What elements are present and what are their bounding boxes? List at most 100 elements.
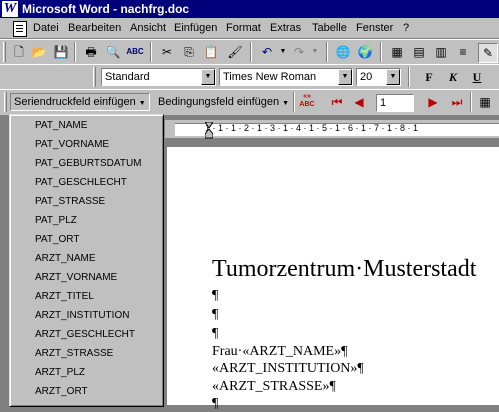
- separator: [380, 42, 382, 62]
- ruler-marks: 1 · 1 · 1 · 2 · 1 · 3 · 1 · 4 · 1 · 5 · …: [205, 123, 419, 133]
- italic-button[interactable]: K: [444, 68, 462, 86]
- field-pat-geburtsdatum[interactable]: PAT_GEBURTSDATUM: [35, 158, 142, 169]
- paragraph-mark: ¶: [212, 326, 219, 341]
- field-pat-plz[interactable]: PAT_PLZ: [35, 215, 77, 226]
- previous-record-icon[interactable]: ◀: [350, 93, 368, 111]
- next-record-icon[interactable]: ▶: [424, 93, 442, 111]
- field-arzt-vorname[interactable]: ARZT_VORNAME: [35, 272, 117, 283]
- columns-icon[interactable]: ≡: [454, 43, 472, 61]
- field-pat-vorname[interactable]: PAT_VORNAME: [35, 139, 109, 150]
- menu-format[interactable]: Format: [226, 22, 261, 34]
- style-value: Standard: [105, 71, 150, 83]
- open-folder-icon[interactable]: 📂: [30, 43, 48, 61]
- font-select[interactable]: Times New Roman ▼: [219, 68, 353, 86]
- ruler-scale: 1 · 1 · 1 · 2 · 1 · 3 · 1 · 4 · 1 · 5 · …: [175, 123, 499, 136]
- vertical-ruler: [0, 147, 9, 405]
- field-arzt-plz[interactable]: ARZT_PLZ: [35, 367, 85, 378]
- tables-borders-icon[interactable]: ▦: [388, 43, 406, 61]
- paste-icon[interactable]: 📋: [202, 43, 220, 61]
- chevron-down-icon[interactable]: ▼: [306, 43, 324, 61]
- record-number-value: 1: [380, 97, 387, 109]
- field-arzt-strasse[interactable]: ARZT_STRASSE: [35, 348, 113, 359]
- field-arzt-name[interactable]: ARZT_NAME: [35, 253, 96, 264]
- insert-table-icon[interactable]: ▤: [410, 43, 428, 61]
- menu-datei[interactable]: Datei: [33, 22, 59, 34]
- formatting-toolbar: Standard ▼ Times New Roman ▼ 20 ▼ F K U: [0, 64, 499, 90]
- document-icon[interactable]: [13, 21, 27, 37]
- chevron-down-icon[interactable]: ▼: [386, 69, 400, 85]
- insert-merge-field-button[interactable]: Seriendruckfeld einfügen ▼: [10, 93, 150, 111]
- chevron-down-icon: ▼: [138, 100, 146, 107]
- insert-merge-field-label: Seriendruckfeld einfügen: [14, 96, 136, 108]
- window-title: Microsoft Word - nachfrg.doc: [22, 2, 190, 16]
- first-line-indent-marker[interactable]: [204, 120, 214, 129]
- document-heading: Tumorzentrum·Musterstadt: [212, 256, 477, 282]
- salutation-line: Frau·«ARZT_NAME»¶: [212, 344, 348, 359]
- insert-condition-field-button[interactable]: Bedingungsfeld einfügen ▼: [154, 93, 293, 111]
- mailmerge-toolbar: Seriendruckfeld einfügen ▼ Bedingungsfel…: [0, 89, 499, 116]
- paragraph-mark: ¶: [212, 396, 219, 411]
- font-value: Times New Roman: [223, 71, 317, 83]
- field-pat-name[interactable]: PAT_NAME: [35, 120, 87, 131]
- last-record-icon[interactable]: ⏭: [448, 93, 466, 111]
- menu-bearbeiten[interactable]: Bearbeiten: [68, 22, 121, 34]
- merge-field-dropdown: PAT_NAME PAT_VORNAME PAT_GEBURTSDATUM PA…: [9, 114, 164, 407]
- title-bar: W Microsoft Word - nachfrg.doc: [0, 0, 499, 18]
- hanging-indent-marker[interactable]: [204, 128, 214, 139]
- field-pat-ort[interactable]: PAT_ORT: [35, 234, 79, 245]
- new-document-icon[interactable]: 🗋: [10, 43, 28, 61]
- underline-button[interactable]: U: [468, 68, 486, 86]
- menu-ansicht[interactable]: Ansicht: [130, 22, 166, 34]
- mail-merge-helper-icon[interactable]: ▦: [476, 93, 494, 111]
- menu-fenster[interactable]: Fenster: [356, 22, 393, 34]
- separator: [150, 42, 152, 62]
- menu-bar: Datei Bearbeiten Ansicht Einfügen Format…: [0, 18, 499, 39]
- chevron-down-icon: ▼: [282, 100, 290, 107]
- street-line: «ARZT_STRASSE»¶: [212, 379, 336, 394]
- field-pat-strasse[interactable]: PAT_STRASSE: [35, 196, 105, 207]
- web-toolbar-icon[interactable]: 🌍: [356, 43, 374, 61]
- menu-einfuegen[interactable]: Einfügen: [174, 22, 217, 34]
- format-painter-icon[interactable]: 🖌: [226, 43, 244, 61]
- separator: [250, 42, 252, 62]
- font-size-select[interactable]: 20 ▼: [356, 68, 401, 86]
- record-number-input[interactable]: 1: [376, 94, 414, 112]
- field-arzt-ort[interactable]: ARZT_ORT: [35, 386, 88, 397]
- view-merged-data-icon[interactable]: «» ABC: [298, 93, 316, 111]
- toolbar-grip[interactable]: [4, 92, 7, 112]
- separator: [74, 42, 76, 62]
- menu-tabelle[interactable]: Tabelle: [312, 22, 347, 34]
- toolbar-grip[interactable]: [93, 67, 96, 87]
- menu-extras[interactable]: Extras: [270, 22, 301, 34]
- toolbar-grip[interactable]: [3, 42, 6, 62]
- drawing-icon[interactable]: ✎: [478, 43, 498, 63]
- menu-help[interactable]: ?: [403, 22, 409, 34]
- print-icon[interactable]: 🖶: [82, 43, 100, 61]
- print-preview-icon[interactable]: 🔍: [104, 43, 122, 61]
- paragraph-mark: ¶: [212, 307, 219, 322]
- save-icon[interactable]: 💾: [52, 43, 70, 61]
- spellcheck-icon[interactable]: ABC: [126, 43, 144, 61]
- separator: [408, 67, 410, 87]
- insert-excel-icon[interactable]: ▥: [432, 43, 450, 61]
- field-arzt-titel[interactable]: ARZT_TITEL: [35, 291, 94, 302]
- chevron-down-icon[interactable]: ▼: [201, 69, 215, 85]
- separator: [470, 92, 472, 112]
- chevron-down-icon[interactable]: ▼: [338, 69, 352, 85]
- first-record-icon[interactable]: ⏮: [328, 93, 346, 111]
- hyperlink-globe-icon[interactable]: 🌐: [334, 43, 352, 61]
- cut-icon[interactable]: ✂: [158, 43, 176, 61]
- insert-condition-field-label: Bedingungsfeld einfügen: [158, 96, 280, 108]
- bold-button[interactable]: F: [420, 68, 438, 86]
- field-pat-geschlecht[interactable]: PAT_GESCHLECHT: [35, 177, 127, 188]
- field-arzt-institution[interactable]: ARZT_INSTITUTION: [35, 310, 129, 321]
- paragraph-mark: ¶: [212, 288, 219, 303]
- font-size-value: 20: [360, 71, 373, 83]
- style-select[interactable]: Standard ▼: [101, 68, 216, 86]
- field-arzt-geschlecht[interactable]: ARZT_GESCHLECHT: [35, 329, 135, 340]
- separator: [293, 92, 295, 112]
- copy-icon[interactable]: ⎘: [180, 43, 198, 61]
- word-logo-icon: W: [2, 1, 18, 17]
- institution-line: «ARZT_INSTITUTION»¶: [212, 361, 364, 376]
- separator: [326, 42, 328, 62]
